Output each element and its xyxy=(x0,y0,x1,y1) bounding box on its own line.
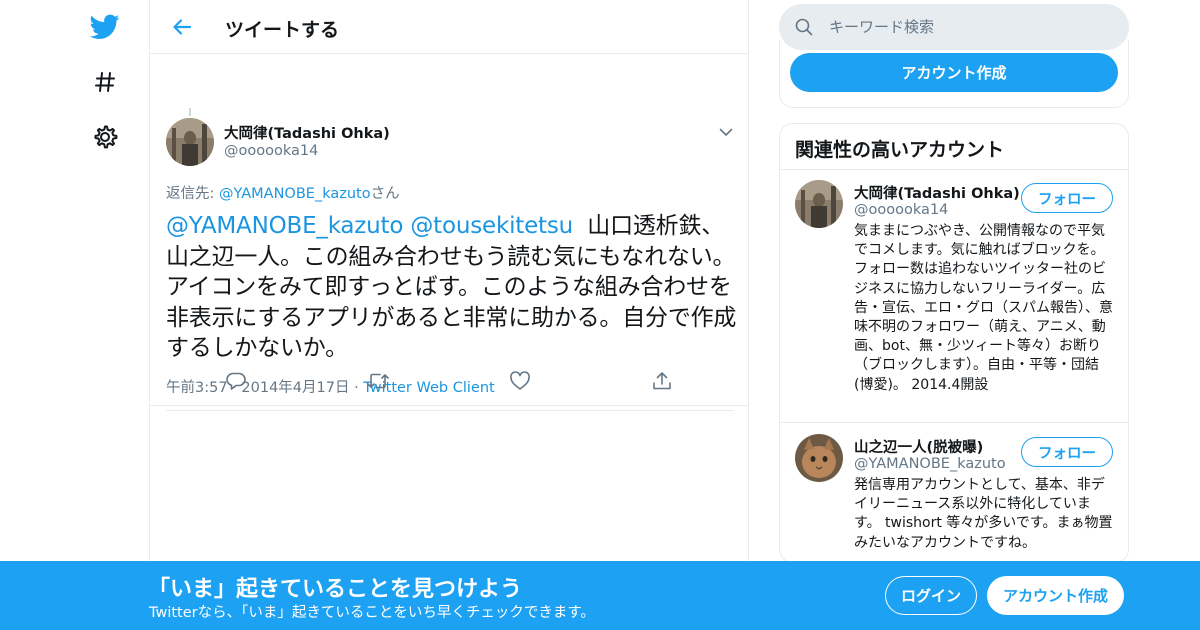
twitter-bird-icon[interactable] xyxy=(88,10,122,44)
signup-card: アカウント作成 xyxy=(779,40,1129,108)
reply-icon[interactable] xyxy=(223,368,249,394)
banner-subtitle: Twitterなら、「いま」起きていることをいち早くチェックできます。 xyxy=(149,605,595,621)
page-title: ツイートする xyxy=(225,19,340,41)
divider xyxy=(780,169,1128,170)
gear-icon[interactable] xyxy=(88,120,122,154)
retweet-icon[interactable] xyxy=(365,368,391,394)
avatar[interactable] xyxy=(166,118,214,166)
related-accounts-card: 関連性の高いアカウント 大岡律(Tadashi Ohka) @oooooka14… xyxy=(779,123,1129,563)
account-bio: 気ままにつぶやき、公開情報なので平気でコメします。気に触ればブロックを。フォロー… xyxy=(854,223,1113,393)
avatar[interactable] xyxy=(795,180,843,228)
mention-link[interactable]: @YAMANOBE_kazuto xyxy=(166,213,403,239)
login-button[interactable]: ログイン xyxy=(885,576,977,615)
reply-suffix: さん xyxy=(370,186,400,202)
thread-line xyxy=(189,108,191,116)
main-column: ツイートする 大岡律(Tadashi Ohka) @oooooka14 返信先:… xyxy=(149,0,749,630)
account-name[interactable]: 大岡律(Tadashi Ohka) xyxy=(854,182,1020,203)
search-icon xyxy=(795,18,813,40)
share-icon[interactable] xyxy=(649,368,675,394)
chevron-down-icon[interactable] xyxy=(718,124,734,140)
avatar[interactable] xyxy=(795,434,843,482)
arrow-left-icon xyxy=(173,19,192,35)
reply-prefix: 返信先: xyxy=(166,186,219,202)
account-handle[interactable]: @YAMANOBE_kazuto xyxy=(854,456,1006,472)
account-name[interactable]: 山之辺一人(脱被曝) xyxy=(854,436,983,457)
page-header: ツイートする xyxy=(150,0,748,54)
related-account: 山之辺一人(脱被曝) @YAMANOBE_kazuto フォロー 発信専用アカウ… xyxy=(780,434,1128,562)
divider xyxy=(166,410,734,411)
account-bio: 発信専用アカウントとして、基本、非デイリーニュース系以外に特化しています。 tw… xyxy=(854,477,1113,551)
signup-banner: 「いま」起きていることを見つけよう Twitterなら、「いま」起きていることを… xyxy=(0,561,1200,630)
divider xyxy=(780,422,1128,423)
author-handle[interactable]: @oooooka14 xyxy=(224,143,318,159)
banner-signup-button[interactable]: アカウント作成 xyxy=(987,576,1124,615)
related-account: 大岡律(Tadashi Ohka) @oooooka14 フォロー 気ままにつぶ… xyxy=(780,180,1128,420)
reply-to: 返信先: @YAMANOBE_kazutoさん xyxy=(166,182,400,203)
tweet-text: @YAMANOBE_kazuto @tousekitetsu 山口透析鉄、山之辺… xyxy=(166,211,738,364)
banner-title: 「いま」起きていることを見つけよう xyxy=(148,577,523,602)
account-handle[interactable]: @oooooka14 xyxy=(854,202,948,218)
left-nav xyxy=(0,0,150,630)
divider xyxy=(150,405,748,406)
tweet-actions xyxy=(150,366,750,396)
mention-link[interactable]: @tousekitetsu xyxy=(410,213,573,239)
like-icon[interactable] xyxy=(507,368,533,394)
signup-button[interactable]: アカウント作成 xyxy=(790,53,1118,92)
follow-button[interactable]: フォロー xyxy=(1021,183,1113,213)
author-name[interactable]: 大岡律(Tadashi Ohka) xyxy=(224,122,390,143)
hashtag-icon[interactable] xyxy=(88,65,122,99)
follow-button[interactable]: フォロー xyxy=(1021,437,1113,467)
reply-mention-link[interactable]: @YAMANOBE_kazuto xyxy=(219,186,371,202)
back-button[interactable] xyxy=(168,13,196,41)
related-accounts-title: 関連性の高いアカウント xyxy=(795,139,1005,161)
